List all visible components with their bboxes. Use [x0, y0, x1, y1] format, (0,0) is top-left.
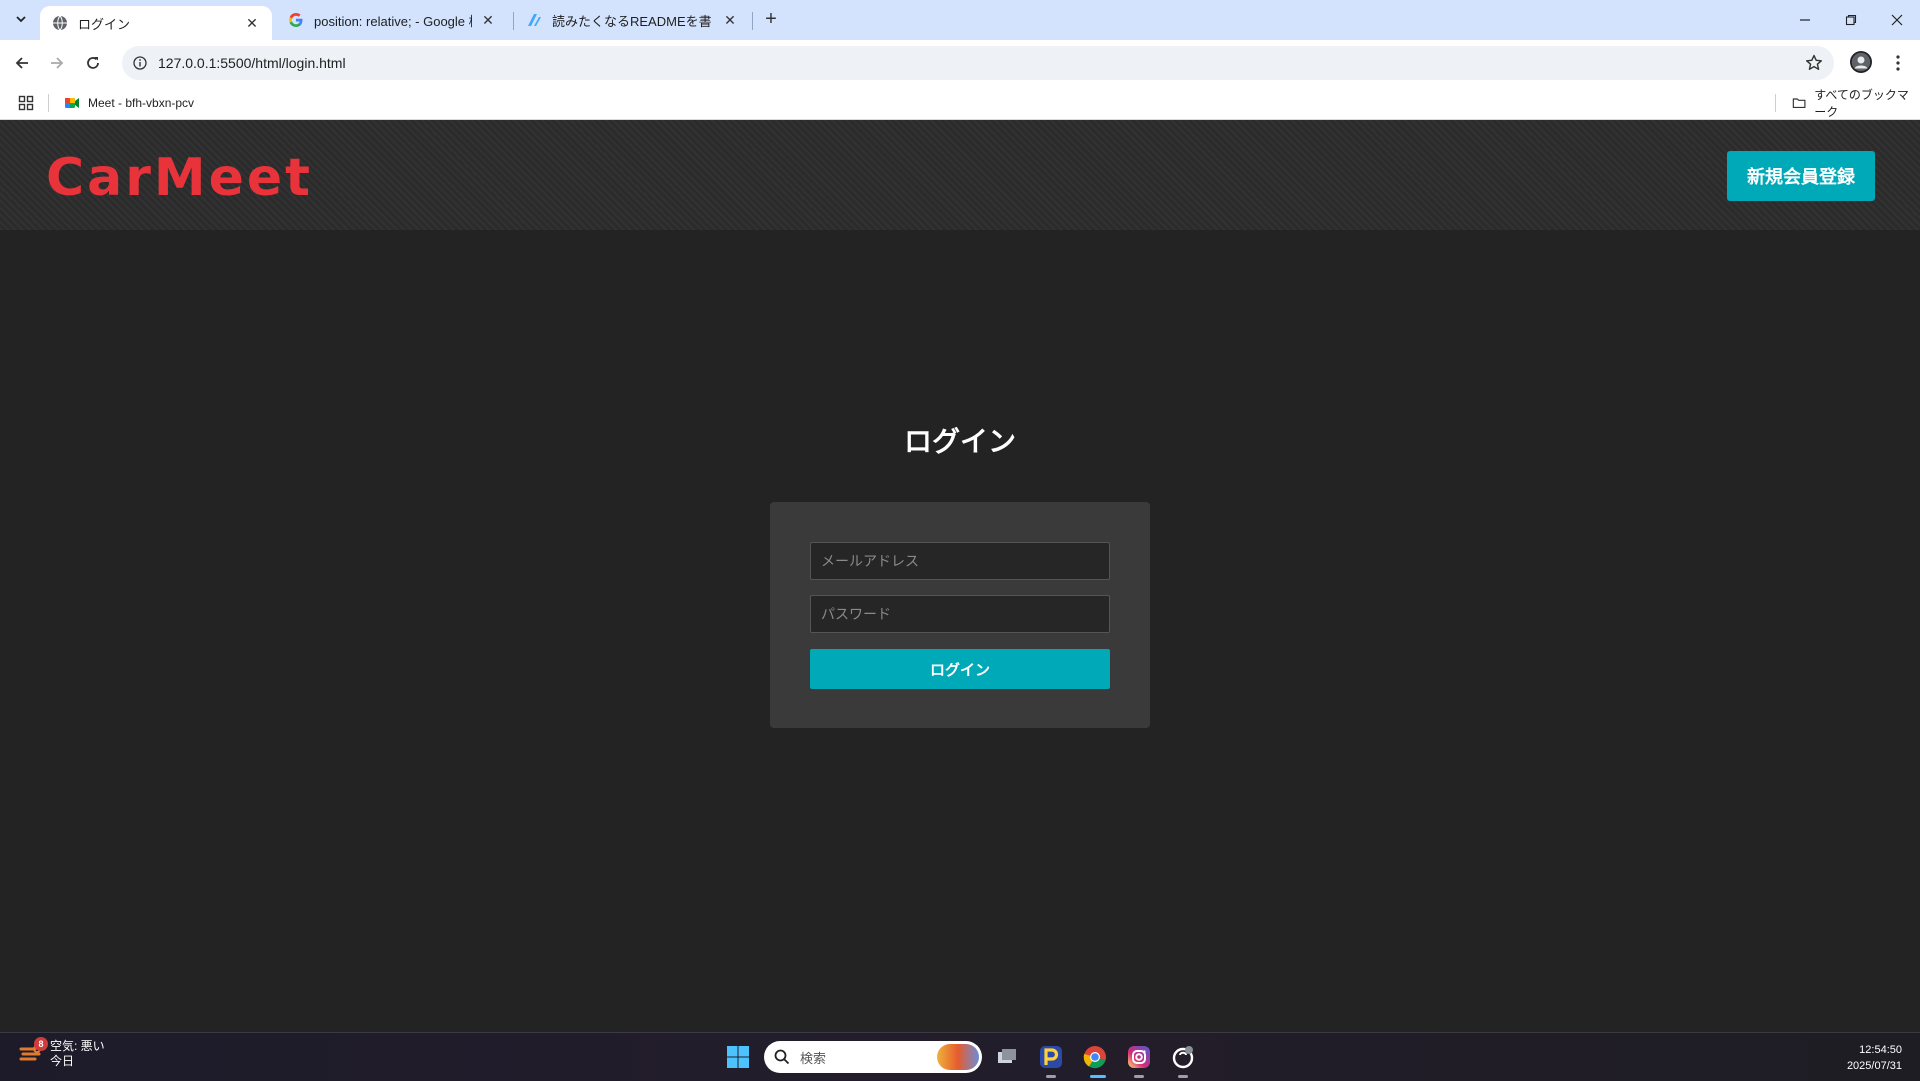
- paint-app-icon[interactable]: [1037, 1043, 1065, 1071]
- close-tab-icon[interactable]: ✕: [722, 12, 738, 28]
- address-bar[interactable]: 127.0.0.1:5500/html/login.html: [122, 46, 1834, 80]
- tab-search-chevron-icon[interactable]: [10, 8, 32, 30]
- folder-icon: [1792, 98, 1806, 109]
- air-quality-icon: 8: [18, 1037, 48, 1067]
- bookmark-separator: [1775, 94, 1776, 112]
- chrome-icon[interactable]: [1081, 1043, 1109, 1071]
- site-header: CarMeet 新規会員登録: [0, 120, 1920, 230]
- active-app-indicator: [1090, 1075, 1106, 1078]
- windows-start-icon[interactable]: [726, 1045, 750, 1069]
- browser-menu-icon[interactable]: [1888, 51, 1908, 75]
- search-highlight-image: [937, 1044, 979, 1070]
- tab-separator: [752, 12, 753, 30]
- system-clock[interactable]: 12:54:50 2025/07/31: [1847, 1042, 1902, 1074]
- reload-icon[interactable]: [79, 49, 107, 77]
- globe-icon: [53, 15, 67, 31]
- login-form: ログイン: [770, 502, 1150, 728]
- taskbar-search-label: 検索: [800, 1050, 827, 1066]
- tab-google-search[interactable]: position: relative; - Google 検索 ✕: [276, 0, 508, 40]
- app-running-indicator: [1046, 1075, 1056, 1078]
- close-tab-icon[interactable]: ✕: [244, 15, 260, 31]
- app-running-indicator: [1178, 1075, 1188, 1078]
- tab-title: ログイン: [78, 16, 131, 32]
- new-tab-plus-icon[interactable]: +: [760, 9, 782, 31]
- clock-time: 12:54:50: [1859, 1044, 1902, 1056]
- close-tab-icon[interactable]: ✕: [480, 12, 496, 28]
- bookmarks-bar: Meet - bfh-vbxn-pcv すべてのブックマーク: [0, 86, 1920, 120]
- page-title: ログイン: [903, 426, 1016, 457]
- taskbar: 8 空気: 悪い 今日 検索 12:54:50 2025/07/31: [0, 1032, 1920, 1081]
- tab-title: 読みたくなるREADMEを書くための: [552, 13, 714, 29]
- back-arrow-icon[interactable]: [8, 49, 36, 77]
- site-logo[interactable]: CarMeet: [46, 148, 313, 208]
- github-desktop-icon[interactable]: [1169, 1043, 1197, 1071]
- bookmark-separator: [48, 94, 49, 112]
- tab-title: position: relative; - Google 検索: [314, 13, 472, 29]
- password-input[interactable]: [810, 595, 1110, 633]
- tab-login[interactable]: ログイン ✕: [40, 6, 272, 40]
- login-button[interactable]: ログイン: [810, 649, 1110, 689]
- browser-tabstrip: ログイン ✕ position: relative; - Google 検索 ✕…: [0, 0, 1920, 40]
- profile-avatar-icon[interactable]: [1850, 51, 1872, 73]
- restore-icon[interactable]: [1828, 0, 1874, 40]
- weather-widget[interactable]: 8 空気: 悪い 今日: [18, 1037, 105, 1069]
- all-bookmarks-button[interactable]: すべてのブックマーク: [1792, 88, 1920, 119]
- email-input[interactable]: [810, 542, 1110, 580]
- site-info-icon[interactable]: [130, 53, 150, 73]
- google-icon: [289, 13, 303, 27]
- search-icon: [774, 1049, 790, 1065]
- task-view-icon[interactable]: [993, 1043, 1021, 1071]
- weather-status: 空気: 悪い: [50, 1039, 105, 1053]
- instagram-icon[interactable]: [1125, 1043, 1153, 1071]
- bookmark-star-icon[interactable]: [1804, 53, 1824, 73]
- app-running-indicator: [1134, 1075, 1144, 1078]
- google-meet-icon: [65, 98, 79, 108]
- minimize-icon[interactable]: [1782, 0, 1828, 40]
- register-button[interactable]: 新規会員登録: [1727, 151, 1875, 201]
- close-window-icon[interactable]: [1874, 0, 1920, 40]
- clock-date: 2025/07/31: [1846, 1060, 1902, 1072]
- taskbar-search[interactable]: 検索: [764, 1041, 982, 1073]
- bookmark-meet[interactable]: Meet - bfh-vbxn-pcv: [64, 92, 194, 114]
- bookmark-label: Meet - bfh-vbxn-pcv: [88, 96, 195, 110]
- url-text[interactable]: 127.0.0.1:5500/html/login.html: [158, 55, 346, 71]
- zenn-icon: [528, 14, 541, 26]
- tab-readme-article[interactable]: 読みたくなるREADMEを書くための ✕: [514, 0, 750, 40]
- apps-grid-icon[interactable]: [18, 95, 34, 111]
- all-bookmarks-label: すべてのブックマーク: [1814, 88, 1909, 119]
- weather-day: 今日: [50, 1054, 75, 1068]
- forward-arrow-icon[interactable]: [43, 49, 71, 77]
- browser-toolbar: 127.0.0.1:5500/html/login.html: [0, 40, 1920, 86]
- weather-badge: 8: [34, 1037, 48, 1051]
